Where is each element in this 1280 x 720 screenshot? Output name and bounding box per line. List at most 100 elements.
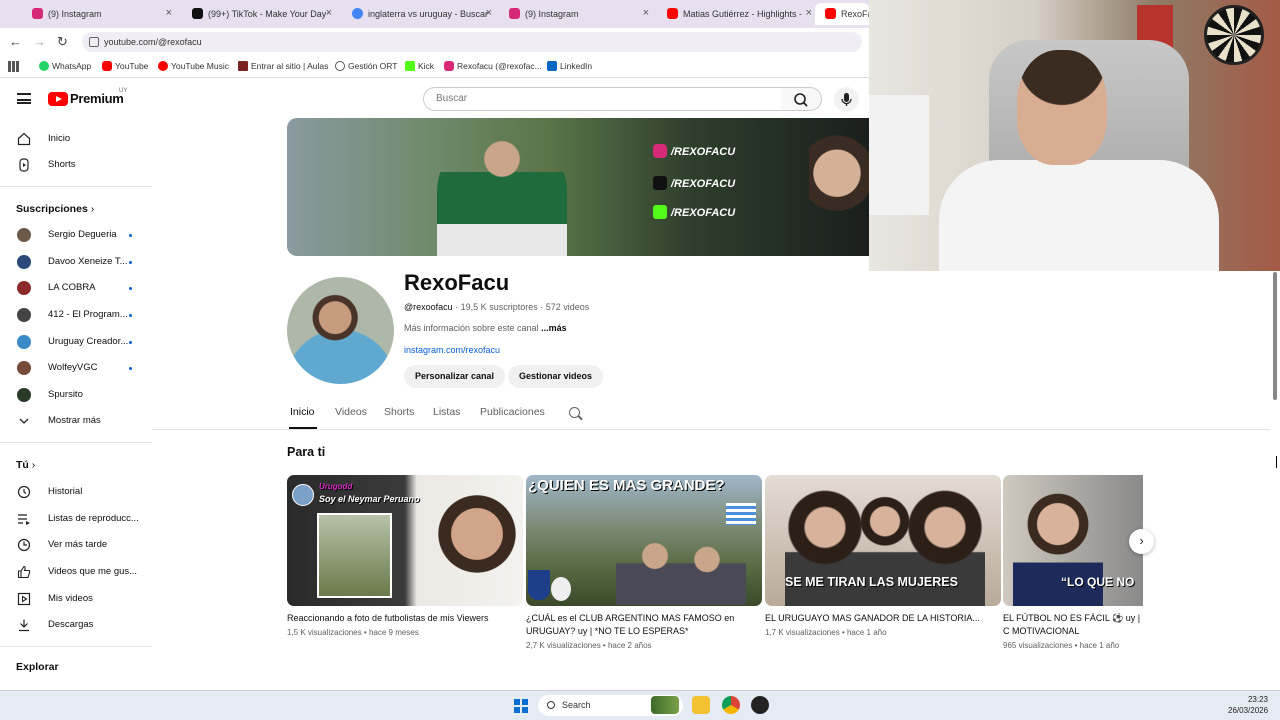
manage-videos-button[interactable]: Gestionar videos [508,365,604,388]
site-info-icon[interactable] [89,37,99,47]
video-card[interactable]: Urugodd Soy el Neymar Peruano Reaccionan… [287,475,523,637]
sidebar-subscription[interactable]: Uruguay Creador... [0,329,152,355]
browser-tab[interactable]: Matias Gutiérrez - Highlights - × [653,3,818,25]
whatsapp-icon [39,61,49,71]
video-thumbnail[interactable]: SE ME TIRAN LAS MUJERES [765,475,1001,606]
bookmark-rexofacu[interactable]: Rexofacu (@rexofac... [444,61,542,71]
sidebar-item-shorts[interactable]: Shorts [0,152,152,178]
browser-tab[interactable]: (9) Instagram × [495,3,655,25]
more-link[interactable]: ...más [541,323,567,333]
forward-icon[interactable]: → [33,34,46,49]
webcam-overlay [869,0,1280,271]
video-card[interactable]: SE ME TIRAN LAS MUJERES EL URUGUAYO MAS … [765,475,1001,637]
bookmark-kick[interactable]: Kick [405,61,434,71]
sidebar-item-historial[interactable]: Historial [0,479,152,505]
bookmark-youtube-music[interactable]: YouTube Music [158,61,229,71]
close-tab-icon[interactable]: × [166,7,172,19]
youtube-logo-icon[interactable] [48,92,68,106]
channel-description[interactable]: Más información sobre este canal ...más [404,323,567,333]
tab-publicaciones[interactable]: Publicaciones [480,406,545,418]
windows-start-icon[interactable] [514,699,528,713]
tab-videos[interactable]: Videos [335,406,367,418]
obs-icon[interactable] [751,696,769,714]
youtube-music-icon [158,61,168,71]
menu-icon[interactable] [17,93,31,104]
browser-tab[interactable]: inglaterra vs uruguay - Buscar × [338,3,498,25]
search-input[interactable]: Buscar [423,87,782,111]
url-input[interactable]: youtube.com/@rexofacu [82,32,862,52]
social-handle: /REXOFACU [671,178,736,190]
avatar [17,308,31,322]
subscriptions-heading[interactable]: Suscripciones › [16,203,94,215]
tab-listas[interactable]: Listas [433,406,460,418]
tiktok-icon [192,8,203,19]
subscription-name: Uruguay Creador... [48,336,129,347]
channel-banner: /REXOFACU /REXOFACU /REXOFACU [287,118,869,256]
sidebar-item-liked[interactable]: Videos que me gus... [0,559,152,585]
widgets-icon[interactable] [651,696,679,714]
sidebar-item-my-videos[interactable]: Mis videos [0,586,152,612]
tab-inicio[interactable]: Inicio [290,406,315,418]
bookmark-whatsapp[interactable]: WhatsApp [39,61,91,71]
instagram-icon [509,8,520,19]
video-thumbnail[interactable]: “LO QUE NO [1003,475,1143,606]
chrome-icon[interactable] [722,696,740,714]
tab-label: (9) Instagram [48,9,102,19]
browser-tab[interactable]: (9) Instagram × [18,3,178,25]
voice-search-button[interactable] [834,87,859,112]
tab-shorts[interactable]: Shorts [384,406,414,418]
sidebar-subscription[interactable]: Sergio Degueria [0,222,152,248]
bookmark-youtube[interactable]: YouTube [102,61,148,71]
search-button[interactable] [781,87,822,111]
sidebar-subscription[interactable]: 412 - El Program... [0,302,152,328]
reload-icon[interactable]: ↻ [57,34,68,50]
avatar [17,228,31,242]
apps-icon[interactable] [8,61,19,72]
bookmark-label: WhatsApp [52,61,92,71]
video-card[interactable]: ¿QUIEN ES MAS GRANDE? ¿CUÁL es el CLUB A… [526,475,762,650]
close-tab-icon[interactable]: × [326,7,332,19]
customize-channel-button[interactable]: Personalizar canal [404,365,506,388]
video-thumbnail[interactable]: ¿QUIEN ES MAS GRANDE? [526,475,762,606]
home-icon [17,132,31,146]
close-tab-icon[interactable]: × [643,7,649,19]
video-title[interactable]: EL FÚTBOL NO ES FÁCIL ⚽ uy | C MOTIVACIO… [1003,612,1143,638]
sidebar-subscription[interactable]: LA COBRA [0,275,152,301]
close-tab-icon[interactable]: × [806,7,812,19]
sidebar-item-label: Ver más tarde [48,539,108,550]
video-title[interactable]: EL URUGUAYO MAS GANADOR DE LA HISTORIA..… [765,612,1001,625]
sidebar-item-playlists[interactable]: Listas de reproducc... [0,506,152,532]
bookmark-gestion-ort[interactable]: Gestión ORT [335,61,397,71]
file-explorer-icon[interactable] [692,696,710,714]
video-title[interactable]: ¿CUÁL es el CLUB ARGENTINO MAS FAMOSO en… [526,612,762,638]
page-scrollbar[interactable] [1270,272,1280,690]
sidebar-show-more[interactable]: Mostrar más [0,408,152,434]
history-icon [17,485,31,499]
close-tab-icon[interactable]: × [486,7,492,19]
youtube-brand-label[interactable]: Premium [70,91,124,106]
channel-search-icon[interactable] [569,407,580,418]
channel-external-link[interactable]: instagram.com/rexofacu [404,345,500,355]
sidebar-item-watch-later[interactable]: Ver más tarde [0,532,152,558]
sidebar-subscription[interactable]: Spursito [0,382,152,408]
video-card[interactable]: “LO QUE NO EL FÚTBOL NO ES FÁCIL ⚽ uy | … [1003,475,1143,650]
scrollbar-thumb[interactable] [1273,272,1277,400]
sidebar-item-downloads[interactable]: Descargas [0,612,152,638]
browser-tab-active[interactable]: RexoFacu [815,3,869,25]
sidebar-item-label: Mis videos [48,593,93,604]
channel-avatar[interactable] [287,277,394,384]
video-title[interactable]: Reaccionando a foto de futbolistas de mi… [287,612,523,625]
carousel-next-button[interactable]: › [1129,529,1154,554]
clock-icon [17,538,31,552]
thumbnail-inset-photo [317,513,392,598]
browser-tab[interactable]: (99+) TikTok - Make Your Day × [178,3,338,25]
back-icon[interactable]: ← [9,34,22,49]
system-clock[interactable]: 23:23 26/03/2026 [1228,694,1268,716]
you-heading[interactable]: Tú › [16,459,35,471]
bookmark-aulas[interactable]: Entrar al sitio | Aulas [238,61,328,71]
video-thumbnail[interactable]: Urugodd Soy el Neymar Peruano [287,475,523,606]
sidebar-item-inicio[interactable]: Inicio [0,126,152,152]
bookmark-linkedin[interactable]: LinkedIn [547,61,592,71]
sidebar-subscription[interactable]: WolfeyVGC [0,355,152,381]
sidebar-subscription[interactable]: Davoo Xeneize T... [0,249,152,275]
